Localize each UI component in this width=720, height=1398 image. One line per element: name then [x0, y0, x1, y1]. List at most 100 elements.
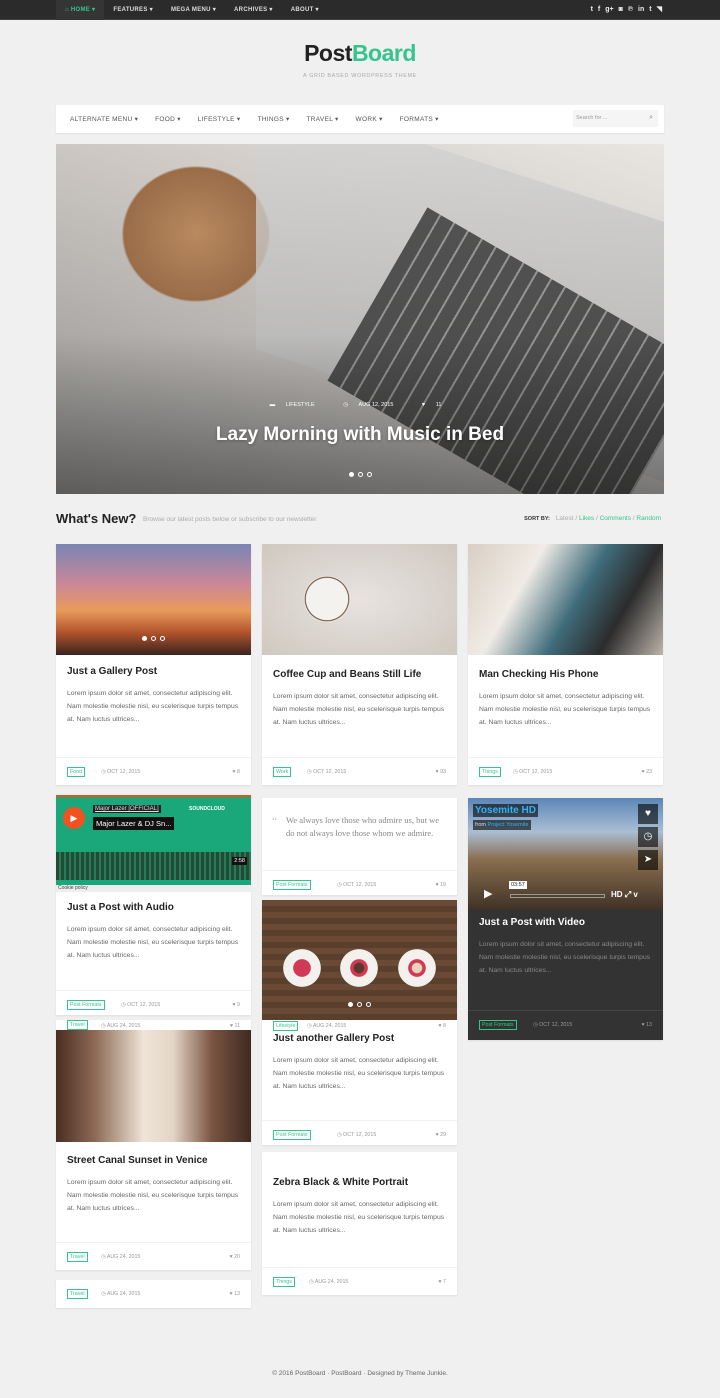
play-icon[interactable]: ▶ — [484, 887, 492, 900]
like-button[interactable]: ♥ 19 — [435, 882, 446, 888]
hero-likes[interactable]: ♥ 11 — [422, 402, 451, 408]
post-date: ◷ OCT 12, 2015 — [513, 769, 553, 775]
like-button[interactable]: ♥ 8 — [232, 769, 240, 775]
like-button[interactable]: ♥ 29 — [435, 1132, 446, 1138]
post-title[interactable]: Zebra Black & White Portrait — [273, 1177, 408, 1188]
topnav-archives[interactable]: ARCHIVES ▾ — [225, 0, 282, 20]
post-date: ◷ OCT 12, 2015 — [121, 1002, 161, 1008]
hero-title[interactable]: Lazy Morning with Music in Bed — [56, 424, 664, 446]
nav-work[interactable]: WORK ▾ — [356, 115, 383, 123]
video-progress[interactable] — [510, 894, 605, 898]
search-input[interactable]: Search for ... ⌕ — [573, 110, 658, 127]
like-button[interactable]: ♥ 93 — [435, 769, 446, 775]
gallery-dots[interactable] — [56, 636, 251, 641]
category-tag[interactable]: Things — [273, 1277, 295, 1287]
nav-travel[interactable]: TRAVEL ▾ — [307, 115, 339, 123]
category-tag[interactable]: Food — [67, 767, 86, 777]
post-date: ◷ AUG 24, 2015 — [307, 1023, 347, 1029]
featured-slider[interactable]: ▬ LIFESTYLE ◷ AUG 12, 2015 ♥ 11 Lazy Mor… — [56, 144, 664, 494]
category-tag[interactable]: Things — [479, 767, 501, 777]
nav-alternate-menu[interactable]: ALTERNATE MENU ▾ — [70, 115, 138, 123]
like-video-icon[interactable]: ♥ — [638, 804, 658, 824]
waveform[interactable] — [56, 852, 251, 880]
sort-options: SORT BY: Latest / Likes / Comments / Ran… — [524, 515, 661, 522]
topnav-home[interactable]: ⌂ HOME ▾ — [56, 0, 105, 20]
post-date: ◷ OCT 12, 2015 — [101, 769, 141, 775]
topnav-features[interactable]: FEATURES ▾ — [104, 0, 162, 20]
cookie-policy-link[interactable]: Cookie policy — [56, 885, 251, 892]
post-excerpt: Lorem ipsum dolor sit amet, consectetur … — [273, 693, 445, 726]
like-button[interactable]: ♥ 23 — [641, 769, 652, 775]
like-button[interactable]: ♥ 13 — [229, 1291, 240, 1297]
rss-icon[interactable]: ◥ — [657, 0, 662, 20]
nav-things[interactable]: THINGS ▾ — [257, 115, 289, 123]
post-footer: Travel ◷ AUG 24, 2015 ♥ 20 — [56, 1242, 251, 1270]
category-tag[interactable]: Post Formats — [479, 1020, 517, 1030]
post-footer: Post Formats ◷ OCT 12, 2015 ♥ 9 — [56, 990, 251, 1015]
post-title[interactable]: Just a Gallery Post — [67, 666, 157, 677]
soundcloud-embed[interactable]: ▶ Major Lazer [OFFICIAL] Major Lazer & D… — [56, 795, 251, 885]
site-logo[interactable]: PostBoard — [0, 40, 720, 67]
nav-lifestyle[interactable]: LIFESTYLE ▾ — [198, 115, 241, 123]
category-tag[interactable]: Lifestyle — [273, 1021, 299, 1031]
twitter-icon[interactable]: t — [591, 0, 593, 20]
embed-artist[interactable]: Major Lazer [OFFICIAL] — [93, 805, 161, 813]
like-button[interactable]: ♥ 7 — [438, 1279, 446, 1285]
embed-track[interactable]: Major Lazer & DJ Sn... — [93, 817, 175, 830]
post-image[interactable] — [468, 544, 663, 655]
post-title[interactable]: Just a Post with Video — [479, 917, 585, 928]
topnav-mega-menu[interactable]: MEGA MENU ▾ — [162, 0, 225, 20]
overlay-footer: Travel ◷ AUG 24, 2015 ♥ 11 — [56, 1020, 251, 1030]
nav-food[interactable]: FOOD ▾ — [155, 115, 181, 123]
hero-meta: ▬ LIFESTYLE ◷ AUG 12, 2015 ♥ 11 — [56, 402, 664, 408]
gallery-dots[interactable] — [262, 1002, 457, 1007]
quote-icon: “ — [272, 814, 278, 828]
video-controls[interactable]: HD ⤢ v — [611, 890, 638, 900]
hero-category[interactable]: ▬ LIFESTYLE — [270, 402, 324, 408]
post-title[interactable]: Just a Post with Audio — [67, 902, 174, 913]
slider-dots[interactable] — [56, 472, 664, 477]
video-card: Yosemite HD from Project Yosemite ♥ ◷ ➤ … — [468, 798, 663, 1040]
post-image[interactable] — [262, 544, 457, 655]
post-title[interactable]: Coffee Cup and Beans Still Life — [273, 669, 421, 680]
category-tag[interactable]: Travel — [67, 1020, 88, 1030]
instagram-icon[interactable]: ◙ — [619, 0, 623, 20]
post-quote[interactable]: We always love those who admire us, but … — [286, 814, 446, 840]
vimeo-embed[interactable]: Yosemite HD from Project Yosemite ♥ ◷ ➤ … — [468, 798, 663, 910]
like-button[interactable]: ♥ 13 — [641, 1022, 652, 1028]
sort-random[interactable]: Random — [636, 515, 661, 522]
pinterest-icon[interactable]: ℗ — [628, 0, 633, 20]
post-date: ◷ OCT 12, 2015 — [337, 882, 377, 888]
category-tag[interactable]: Post Formats — [273, 1130, 311, 1140]
category-tag[interactable]: Post Formats — [67, 1000, 105, 1010]
post-image[interactable] — [56, 1030, 251, 1142]
search-icon[interactable]: ⌕ — [649, 114, 653, 122]
like-button[interactable]: ♥ 11 — [230, 1023, 240, 1029]
category-tag[interactable]: Travel — [67, 1252, 88, 1262]
sort-latest[interactable]: Latest — [556, 515, 574, 522]
post-title[interactable]: Street Canal Sunset in Venice — [67, 1155, 208, 1166]
linkedin-icon[interactable]: in — [638, 0, 644, 20]
topnav-about[interactable]: ABOUT ▾ — [282, 0, 328, 20]
post-title[interactable]: Just another Gallery Post — [273, 1033, 394, 1044]
search-placeholder: Search for ... — [576, 115, 608, 121]
category-tag[interactable]: Travel — [67, 1289, 88, 1299]
sort-comments[interactable]: Comments — [600, 515, 631, 522]
post-card: Coffee Cup and Beans Still Life Lorem ip… — [262, 544, 457, 785]
google-plus-icon[interactable]: g+ — [605, 0, 613, 20]
like-button[interactable]: ♥ 8 — [438, 1023, 446, 1029]
like-button[interactable]: ♥ 9 — [232, 1002, 240, 1008]
like-button[interactable]: ♥ 20 — [229, 1254, 240, 1260]
post-title[interactable]: Man Checking His Phone — [479, 669, 598, 680]
share-icon[interactable]: ➤ — [638, 850, 658, 870]
play-icon[interactable]: ▶ — [63, 807, 85, 829]
facebook-icon[interactable]: f — [598, 0, 600, 20]
category-tag[interactable]: Work — [273, 767, 292, 777]
category-tag[interactable]: Post Formats — [273, 880, 311, 890]
tumblr-icon[interactable]: t — [649, 0, 651, 20]
watch-later-icon[interactable]: ◷ — [638, 827, 658, 847]
video-title[interactable]: Yosemite HD — [473, 804, 538, 817]
post-date: ◷ AUG 24, 2015 — [101, 1254, 141, 1260]
nav-formats[interactable]: FORMATS ▾ — [400, 115, 439, 123]
sort-likes[interactable]: Likes — [579, 515, 594, 522]
